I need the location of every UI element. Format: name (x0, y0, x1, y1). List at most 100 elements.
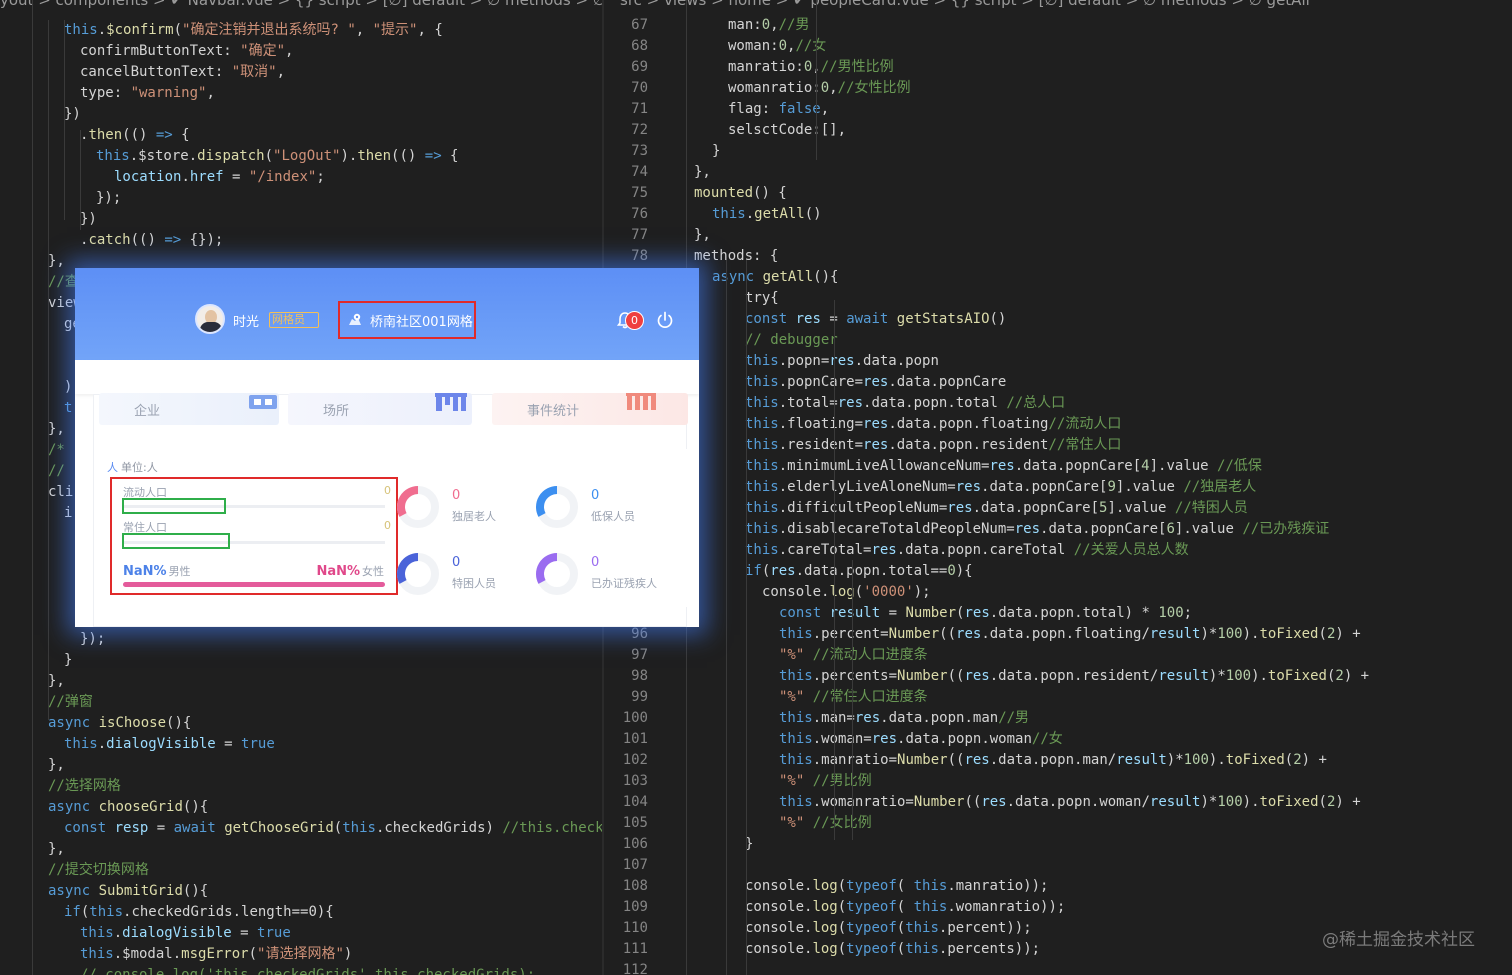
line-number[interactable]: 101 (604, 729, 648, 750)
line-number[interactable]: 74 (604, 162, 648, 183)
power-icon[interactable] (655, 310, 675, 330)
line-number[interactable]: 105 (604, 813, 648, 834)
line-number[interactable]: 103 (604, 771, 648, 792)
code-line[interactable]: cancelButtonText: "取消", (80, 62, 285, 83)
code-line[interactable]: man:0,//男 (728, 15, 809, 36)
code-line[interactable]: this.minimumLiveAllowanceNum=res.data.po… (745, 456, 1262, 477)
code-line[interactable]: const result = Number(res.data.popn.tota… (779, 603, 1192, 624)
code-line[interactable]: } (712, 141, 720, 162)
line-number[interactable]: 108 (604, 876, 648, 897)
line-number[interactable]: 69 (604, 57, 648, 78)
code-line[interactable]: this.manratio=Number((res.data.popn.man/… (779, 750, 1327, 771)
line-number[interactable]: 68 (604, 36, 648, 57)
code-line[interactable]: type: "warning", (80, 83, 215, 104)
code-line[interactable]: this.careTotal=res.data.popn.careTotal /… (745, 540, 1189, 561)
code-line[interactable]: }); (96, 188, 121, 209)
line-number[interactable]: 99 (604, 687, 648, 708)
avatar[interactable] (195, 304, 225, 334)
code-line[interactable]: ) (64, 377, 72, 398)
code-line[interactable]: try{ (745, 288, 779, 309)
code-line[interactable]: this.floating=res.data.popn.floating//流动… (745, 414, 1121, 435)
code-line[interactable]: this.percent=Number((res.data.popn.float… (779, 624, 1361, 645)
line-number[interactable]: 112 (604, 960, 648, 975)
code-line[interactable]: //弹窗 (48, 692, 93, 713)
code-line[interactable]: async chooseGrid(){ (48, 797, 208, 818)
card-event-stats[interactable]: 事件统计 (492, 393, 688, 425)
code-line[interactable]: this.dialogVisible = true (80, 923, 291, 944)
code-line[interactable]: //提交切换网格 (48, 860, 149, 881)
line-number[interactable]: 102 (604, 750, 648, 771)
code-line[interactable]: // debugger (745, 330, 838, 351)
line-number[interactable]: 100 (604, 708, 648, 729)
code-line[interactable]: console.log(typeof(this.percents)); (745, 939, 1040, 960)
code-line[interactable]: mounted() { (694, 183, 787, 204)
code-line[interactable]: this.$modal.msgError("请选择网格") (80, 944, 352, 965)
code-line[interactable]: "%" //女比例 (779, 813, 872, 834)
code-line[interactable]: t (64, 398, 72, 419)
code-line[interactable]: this.total=res.data.popn.total //总人口 (745, 393, 1065, 414)
code-line[interactable]: this.dialogVisible = true (64, 734, 275, 755)
code-line[interactable]: }) (64, 104, 81, 125)
line-number[interactable]: 111 (604, 939, 648, 960)
code-line[interactable]: "%" //常住人口进度条 (779, 687, 928, 708)
code-line[interactable]: this.$store.dispatch("LogOut").then(() =… (96, 146, 458, 167)
code-line[interactable]: this.difficultPeopleNum=res.data.popnCar… (745, 498, 1248, 519)
code-line[interactable]: location.href = "/index"; (114, 167, 325, 188)
code-line[interactable]: }, (694, 162, 711, 183)
code-line[interactable]: if(this.checkedGrids.length==0){ (64, 902, 334, 923)
code-line[interactable]: this.popnCare=res.data.popnCare (745, 372, 1006, 393)
code-line[interactable]: const resp = await getChooseGrid(this.ch… (64, 818, 602, 839)
code-line[interactable]: }, (694, 225, 711, 246)
code-line[interactable]: this.woman=res.data.popn.woman//女 (779, 729, 1063, 750)
code-line[interactable]: cli (48, 482, 73, 503)
code-line[interactable]: this.man=res.data.popn.man//男 (779, 708, 1029, 729)
code-line[interactable]: this.resident=res.data.popn.resident//常住… (745, 435, 1121, 456)
line-number[interactable]: 104 (604, 792, 648, 813)
line-number[interactable]: 98 (604, 666, 648, 687)
line-number[interactable]: 97 (604, 645, 648, 666)
code-line[interactable]: }, (48, 755, 65, 776)
code-line[interactable]: womanratio:0,//女性比例 (728, 78, 910, 99)
code-line[interactable]: console.log(typeof( this.womanratio)); (745, 897, 1065, 918)
code-line[interactable]: /* (48, 440, 65, 461)
grid-switch-button[interactable]: 桥南社区001网格 (338, 301, 476, 339)
code-line[interactable]: }, (48, 251, 65, 272)
code-line[interactable]: manratio:0,//男性比例 (728, 57, 894, 78)
code-line[interactable]: }, (48, 671, 65, 692)
line-number[interactable]: 73 (604, 141, 648, 162)
card-venue[interactable]: 场所 (288, 393, 472, 425)
code-line[interactable]: console.log(typeof(this.percent)); (745, 918, 1032, 939)
code-line[interactable]: async getAll(){ (712, 267, 838, 288)
line-number[interactable]: 106 (604, 834, 648, 855)
line-number[interactable]: 76 (604, 204, 648, 225)
code-line[interactable]: this.popn=res.data.popn (745, 351, 939, 372)
line-number[interactable]: 109 (604, 897, 648, 918)
code-line[interactable]: console.log('0000'); (762, 582, 931, 603)
code-line[interactable]: this.getAll() (712, 204, 822, 225)
code-line[interactable]: }, (48, 419, 65, 440)
code-line[interactable]: this.percents=Number((res.data.popn.resi… (779, 666, 1369, 687)
line-number[interactable]: 78 (604, 246, 648, 267)
code-line[interactable]: }, (48, 839, 65, 860)
code-line[interactable]: confirmButtonText: "确定", (80, 41, 293, 62)
code-line[interactable]: } (64, 650, 72, 671)
right-editor-pane[interactable]: src > views > home > ✔ peopleCard.vue > … (604, 0, 1512, 975)
card-enterprise[interactable]: 企业 (99, 393, 279, 425)
line-number[interactable]: 77 (604, 225, 648, 246)
code-line[interactable]: // (48, 461, 65, 482)
code-line[interactable]: i (64, 503, 72, 524)
code-line[interactable]: selsctCode:[], (728, 120, 846, 141)
line-number[interactable]: 107 (604, 855, 648, 876)
code-line[interactable]: if(res.data.popn.total==0){ (745, 561, 973, 582)
line-number[interactable]: 72 (604, 120, 648, 141)
code-line[interactable]: async isChoose(){ (48, 713, 191, 734)
code-line[interactable]: "%" //男比例 (779, 771, 872, 792)
code-line[interactable]: .catch(() => {}); (80, 230, 223, 251)
line-number[interactable]: 110 (604, 918, 648, 939)
code-line[interactable]: this.elderlyLiveAloneNum=res.data.popnCa… (745, 477, 1256, 498)
code-line[interactable]: "%" //流动人口进度条 (779, 645, 928, 666)
code-line[interactable]: //选择网格 (48, 776, 121, 797)
code-line[interactable]: console.log(typeof( this.manratio)); (745, 876, 1048, 897)
code-line[interactable]: .then(() => { (80, 125, 190, 146)
code-line[interactable]: // console.log('this.checkedGrids',this.… (80, 965, 535, 975)
